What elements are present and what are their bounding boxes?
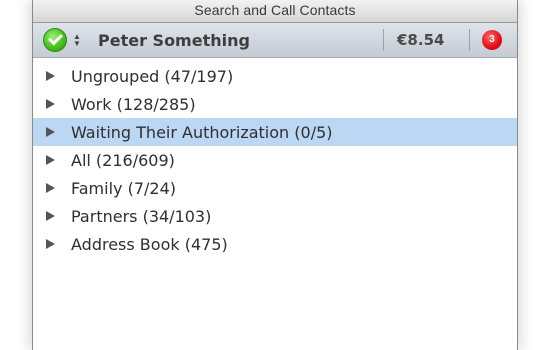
- account-bar: ▲ ▼ Peter Something €8.54 3: [33, 23, 517, 58]
- disclosure-triangle-icon[interactable]: [46, 239, 55, 249]
- account-name[interactable]: Peter Something: [98, 31, 250, 50]
- group-label: Family (7/24): [71, 178, 176, 198]
- divider: [383, 29, 384, 51]
- group-address-book[interactable]: Address Book (475): [33, 230, 517, 258]
- notification-badge[interactable]: 3: [482, 30, 502, 50]
- status-stepper[interactable]: ▲ ▼: [72, 33, 82, 48]
- search-label: Search and Call Contacts: [194, 2, 356, 18]
- account-credit[interactable]: €8.54: [397, 31, 444, 49]
- group-label: Waiting Their Authorization (0/5): [71, 122, 333, 142]
- disclosure-triangle-icon[interactable]: [46, 155, 55, 165]
- disclosure-triangle-icon[interactable]: [46, 71, 55, 81]
- search-and-call-field[interactable]: Search and Call Contacts: [33, 0, 517, 23]
- online-status-icon[interactable]: [43, 28, 67, 52]
- contacts-window: Search and Call Contacts ▲ ▼ Peter Somet…: [32, 0, 518, 350]
- group-label: Partners (34/103): [71, 206, 212, 226]
- checkmark-icon: [48, 30, 63, 46]
- group-label: Address Book (475): [71, 234, 228, 254]
- disclosure-triangle-icon[interactable]: [46, 211, 55, 221]
- group-ungrouped[interactable]: Ungrouped (47/197): [33, 62, 517, 90]
- group-all[interactable]: All (216/609): [33, 146, 517, 174]
- group-label: Work (128/285): [71, 94, 196, 114]
- group-waiting-authorization[interactable]: Waiting Their Authorization (0/5): [33, 118, 517, 146]
- group-work[interactable]: Work (128/285): [33, 90, 517, 118]
- disclosure-triangle-icon[interactable]: [46, 127, 55, 137]
- disclosure-triangle-icon[interactable]: [46, 99, 55, 109]
- group-family[interactable]: Family (7/24): [33, 174, 517, 202]
- group-partners[interactable]: Partners (34/103): [33, 202, 517, 230]
- disclosure-triangle-icon[interactable]: [46, 183, 55, 193]
- contact-groups-list: Ungrouped (47/197) Work (128/285) Waitin…: [33, 58, 517, 258]
- group-label: Ungrouped (47/197): [71, 66, 234, 86]
- group-label: All (216/609): [71, 150, 175, 170]
- stepper-down-icon: ▼: [73, 39, 81, 48]
- divider: [469, 29, 470, 51]
